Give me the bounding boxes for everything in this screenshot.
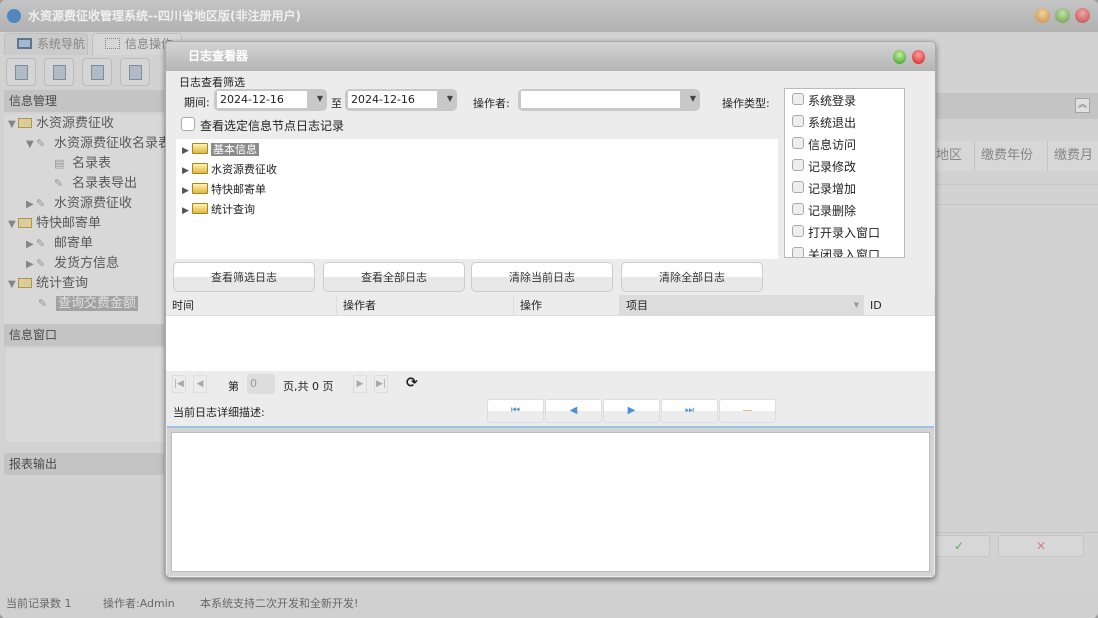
type-checkbox[interactable] bbox=[792, 225, 804, 237]
prev-page-icon[interactable]: ◀ bbox=[193, 375, 207, 393]
type-item[interactable]: 记录增加 bbox=[792, 178, 856, 200]
expand-icon: ▶ bbox=[182, 146, 189, 156]
dialog-close-button[interactable] bbox=[912, 50, 925, 64]
refresh-icon[interactable]: ⟳ bbox=[406, 375, 418, 391]
date-to-picker[interactable]: 2024-12-16 ▼ bbox=[345, 89, 457, 111]
type-checkbox[interactable] bbox=[792, 115, 804, 127]
view-all-log-button[interactable]: 查看全部日志 bbox=[323, 262, 465, 292]
first-log-button[interactable]: ⏮ bbox=[487, 399, 544, 423]
folder-icon bbox=[192, 183, 208, 194]
type-checkbox[interactable] bbox=[792, 159, 804, 171]
info-node-tree: ▶ 基本信息 ▶ 水资源费征收 ▶ 特快邮寄单 ▶ 统计查询 bbox=[176, 139, 778, 259]
first-page-icon[interactable]: |◀ bbox=[172, 375, 186, 393]
operation-type-label: 操作类型: bbox=[722, 97, 770, 110]
type-item[interactable]: 关闭录入窗口 bbox=[792, 244, 881, 258]
type-checkbox[interactable] bbox=[792, 203, 804, 215]
expand-icon: ▶ bbox=[182, 186, 189, 196]
date-from-value: 2024-12-16 bbox=[217, 91, 307, 108]
operator-label: 操作者: bbox=[473, 97, 510, 110]
type-checkbox[interactable] bbox=[792, 93, 804, 105]
dialog-title-bar: 日志查看器 bbox=[166, 42, 935, 71]
type-checkbox[interactable] bbox=[792, 137, 804, 149]
pager: |◀ ◀ 第 0 页,共 0 页 ▶ ▶| ⟳ bbox=[166, 372, 935, 396]
operation-type-list[interactable]: 系统登录 系统退出 信息访问 记录修改 记录增加 记录删除 打开录入窗口 关闭录… bbox=[784, 88, 905, 258]
type-item[interactable]: 信息访问 bbox=[792, 134, 856, 156]
node-log-checkbox[interactable] bbox=[181, 117, 195, 131]
dialog-maximize-button[interactable] bbox=[893, 50, 906, 64]
period-label: 期间: bbox=[184, 96, 210, 109]
page-input[interactable]: 0 bbox=[247, 374, 275, 394]
dialog-title: 日志查看器 bbox=[188, 49, 249, 63]
operator-value bbox=[521, 91, 680, 108]
type-checkbox[interactable] bbox=[792, 181, 804, 193]
page-prefix: 第 bbox=[228, 380, 239, 393]
type-item[interactable]: 记录删除 bbox=[792, 200, 856, 222]
column-header-operation[interactable]: 操作 bbox=[514, 295, 620, 316]
node-log-checkbox-label: 查看选定信息节点日志记录 bbox=[200, 119, 345, 133]
next-page-icon[interactable]: ▶ bbox=[353, 375, 367, 393]
last-page-icon[interactable]: ▶| bbox=[374, 375, 388, 393]
type-item[interactable]: 系统登录 bbox=[792, 90, 856, 112]
last-log-button[interactable]: ⏭ bbox=[661, 399, 718, 423]
folder-icon bbox=[192, 163, 208, 174]
chevron-down-icon: ▼ bbox=[446, 94, 453, 103]
remove-log-button[interactable]: — bbox=[719, 399, 776, 423]
type-label: 打开录入窗口 bbox=[808, 226, 881, 240]
column-header-operator[interactable]: 操作者 bbox=[337, 295, 514, 316]
chevron-down-icon: ▼ bbox=[316, 94, 323, 103]
type-label: 记录增加 bbox=[808, 182, 857, 196]
detail-panel bbox=[167, 426, 934, 576]
column-header-time[interactable]: 时间 bbox=[166, 295, 337, 316]
filter-title: 日志查看筛选 bbox=[179, 76, 245, 89]
to-label: 至 bbox=[331, 97, 342, 110]
node-label: 水资源费征收 bbox=[211, 163, 277, 176]
type-label: 系统登录 bbox=[808, 94, 857, 108]
type-item[interactable]: 系统退出 bbox=[792, 112, 856, 134]
log-grid: 时间 操作者 操作 项目 ▼ ID bbox=[166, 295, 935, 371]
type-label: 信息访问 bbox=[808, 138, 857, 152]
column-header-id[interactable]: ID bbox=[864, 295, 935, 316]
type-label: 记录删除 bbox=[808, 204, 857, 218]
tree-node[interactable]: ▶ 基本信息 bbox=[182, 141, 259, 159]
view-filtered-log-button[interactable]: 查看筛选日志 bbox=[173, 262, 315, 292]
folder-icon bbox=[192, 143, 208, 154]
date-to-value: 2024-12-16 bbox=[348, 91, 437, 108]
column-header-item[interactable]: 项目 bbox=[620, 295, 864, 316]
date-from-picker[interactable]: 2024-12-16 ▼ bbox=[214, 89, 327, 111]
type-label: 系统退出 bbox=[808, 116, 857, 130]
page-total: 页,共 0 页 bbox=[283, 380, 334, 393]
chevron-down-icon: ▼ bbox=[689, 94, 696, 103]
next-log-button[interactable]: ▶ bbox=[603, 399, 660, 423]
prev-log-button[interactable]: ◀ bbox=[545, 399, 602, 423]
column-menu-icon[interactable]: ▼ bbox=[850, 295, 864, 316]
folder-icon bbox=[192, 203, 208, 214]
operator-select[interactable]: ▼ bbox=[518, 89, 700, 111]
type-checkbox[interactable] bbox=[792, 247, 804, 257]
node-label: 基本信息 bbox=[211, 143, 259, 156]
type-item[interactable]: 记录修改 bbox=[792, 156, 856, 178]
tree-node[interactable]: ▶ 统计查询 bbox=[182, 201, 255, 219]
node-label: 统计查询 bbox=[211, 203, 255, 216]
expand-icon: ▶ bbox=[182, 166, 189, 176]
node-label: 特快邮寄单 bbox=[211, 183, 266, 196]
clear-all-log-button[interactable]: 清除全部日志 bbox=[621, 262, 763, 292]
detail-label: 当前日志详细描述: bbox=[173, 406, 265, 419]
log-viewer-dialog: 日志查看器 日志查看筛选 期间: 2024-12-16 ▼ 至 2024-12-1… bbox=[165, 41, 936, 578]
log-detail-textarea[interactable] bbox=[171, 432, 930, 572]
tree-node[interactable]: ▶ 特快邮寄单 bbox=[182, 181, 266, 199]
expand-icon: ▶ bbox=[182, 206, 189, 216]
type-label: 记录修改 bbox=[808, 160, 857, 174]
tree-node[interactable]: ▶ 水资源费征收 bbox=[182, 161, 277, 179]
clear-current-log-button[interactable]: 清除当前日志 bbox=[471, 262, 613, 292]
type-label: 关闭录入窗口 bbox=[808, 248, 881, 258]
type-item[interactable]: 打开录入窗口 bbox=[792, 222, 880, 244]
